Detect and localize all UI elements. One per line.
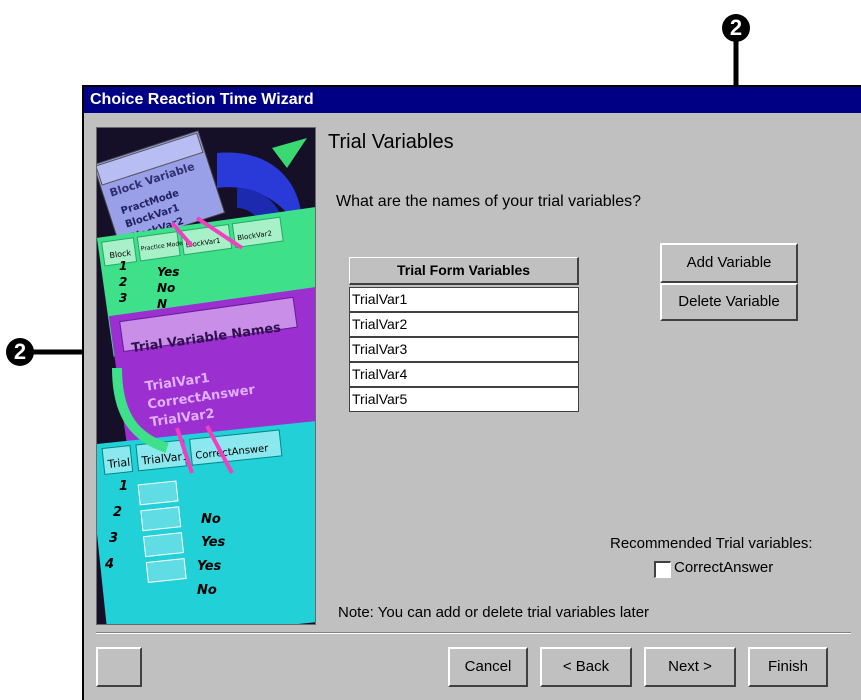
illus-trial-row-4-num: 4 xyxy=(104,557,114,572)
next-button[interactable]: Next > xyxy=(644,647,736,687)
illus-trial-row-3-val: Yes xyxy=(201,535,226,550)
illus-trial-header-1: Trial xyxy=(106,456,131,471)
add-variable-button[interactable]: Add Variable xyxy=(660,243,798,283)
illus-trial-row-5-val: No xyxy=(197,583,217,598)
correct-answer-label[interactable]: CorrectAnswer xyxy=(674,559,773,576)
finish-button[interactable]: Finish xyxy=(748,647,828,687)
table-row[interactable]: TrialVar5 xyxy=(349,387,579,412)
callout-number-top: 2 xyxy=(722,14,750,42)
page-question: What are the names of your trial variabl… xyxy=(336,193,642,210)
table-row[interactable]: TrialVar1 xyxy=(349,287,579,312)
illus-block-row-1-val: Yes xyxy=(157,265,179,279)
illustration-graphic: Block Variable PractMode BlockVar1 Block… xyxy=(97,128,315,624)
back-button[interactable]: < Back xyxy=(540,647,632,687)
cancel-button[interactable]: Cancel xyxy=(448,647,528,687)
blank-button[interactable] xyxy=(96,647,142,687)
window-title: Choice Reaction Time Wizard xyxy=(90,91,314,108)
illus-block-row-1-num: 1 xyxy=(119,259,127,273)
title-bar: Choice Reaction Time Wizard xyxy=(84,87,861,113)
note-text: Note: You can add or delete trial variab… xyxy=(338,604,650,621)
table-row[interactable]: TrialVar2 xyxy=(349,312,579,337)
illus-trial-row-3-num: 3 xyxy=(109,531,118,546)
illus-trial-row-2-num: 2 xyxy=(113,505,122,520)
table-row[interactable]: TrialVar4 xyxy=(349,362,579,387)
illus-trial-row-1-num: 1 xyxy=(119,479,128,494)
page-heading: Trial Variables xyxy=(328,131,454,153)
recommended-label: Recommended Trial variables: xyxy=(610,535,813,552)
separator-highlight xyxy=(96,633,851,634)
illus-trial-row-2-val: No xyxy=(201,512,221,527)
table-row[interactable]: TrialVar3 xyxy=(349,337,579,362)
illus-trial-row-4-val: Yes xyxy=(197,559,222,574)
wizard-illustration: Block Variable PractMode BlockVar1 Block… xyxy=(96,127,316,625)
wizard-dialog: Choice Reaction Time Wizard Block Variab… xyxy=(82,85,861,700)
correct-answer-checkbox[interactable] xyxy=(654,561,671,578)
callout-number-left: 2 xyxy=(6,338,34,366)
illus-block-row-3-num: 3 xyxy=(119,291,127,305)
illus-block-row-2-num: 2 xyxy=(119,275,127,289)
illus-block-row-2-val: No xyxy=(157,281,175,295)
delete-variable-button[interactable]: Delete Variable xyxy=(660,283,798,321)
variables-table-header: Trial Form Variables xyxy=(349,257,579,285)
